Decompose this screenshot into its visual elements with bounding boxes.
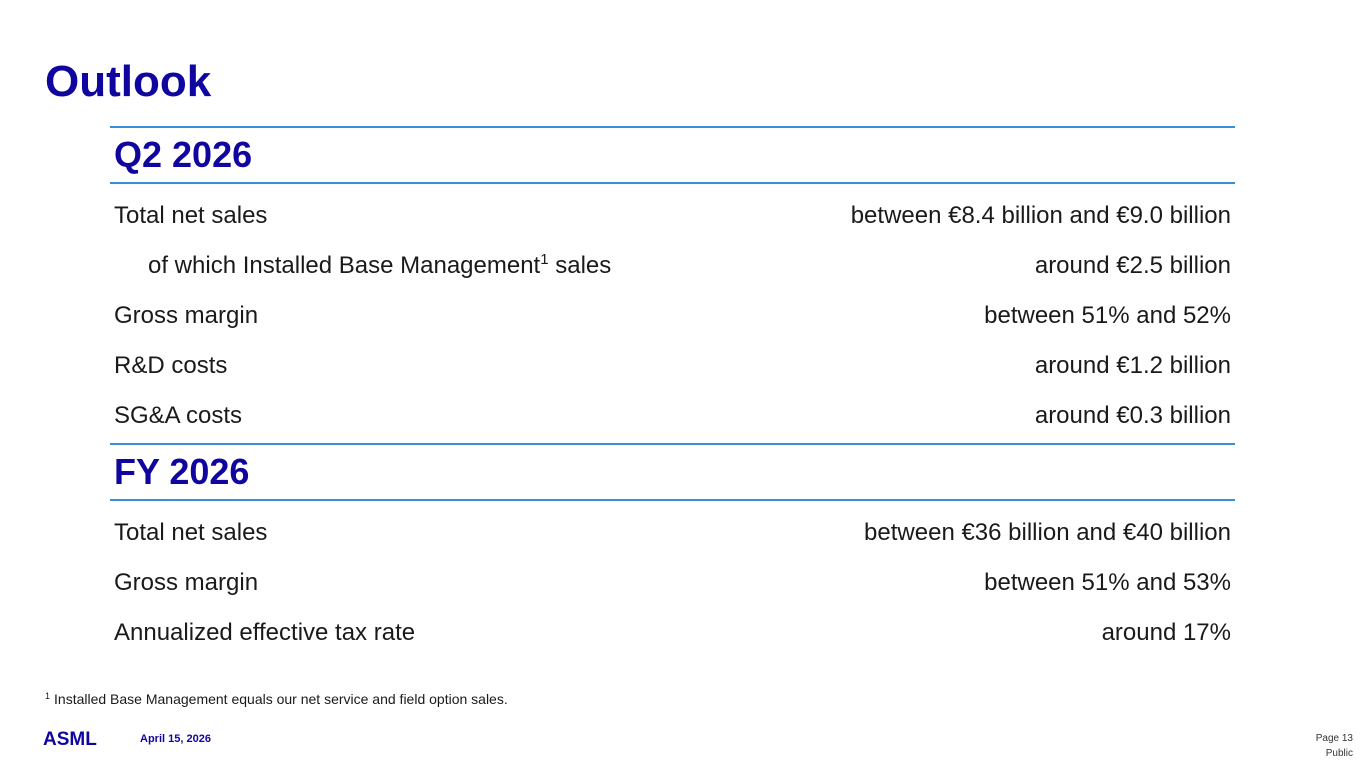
page-number: Page 13 — [1315, 733, 1353, 744]
row-value: between 51% and 52% — [984, 302, 1231, 329]
row-value: around €1.2 billion — [1034, 352, 1231, 379]
row-value: around 17% — [1101, 619, 1231, 646]
row-value: between €8.4 billion and €9.0 billion — [850, 202, 1231, 229]
row-value: around €0.3 billion — [1034, 402, 1231, 429]
row-label: R&D costs — [114, 352, 228, 379]
footnote-marker: 1 — [45, 691, 51, 701]
asml-logo: ASML — [43, 729, 97, 749]
row-label: SG&A costs — [114, 402, 243, 429]
q2-row-installed-base-sales: of which Installed Base Management1 sale… — [110, 241, 1235, 291]
row-label: of which Installed Base Management1 sale… — [114, 252, 611, 280]
row-label: Total net sales — [114, 202, 268, 229]
classification-label: Public — [1325, 748, 1353, 759]
footer-date: April 15, 2026 — [140, 733, 211, 745]
footnote-marker: 1 — [540, 251, 549, 268]
section-header-rule — [110, 499, 1235, 501]
logo-wordmark: ASML — [43, 729, 97, 749]
fy-row-tax-rate: Annualized effective tax rate around 17% — [110, 608, 1235, 658]
row-label: Gross margin — [114, 569, 259, 596]
fy-section-heading: FY 2026 — [114, 451, 250, 492]
q2-row-rd-costs: R&D costs around €1.2 billion — [110, 341, 1235, 391]
row-label: Gross margin — [114, 302, 259, 329]
row-value: around €2.5 billion — [1034, 252, 1231, 279]
q2-outlook-section: Q2 2026 Total net sales between €8.4 bil… — [110, 126, 1235, 441]
footnote-text: Installed Base Management equals our net… — [54, 691, 508, 707]
q2-row-total-net-sales: Total net sales between €8.4 billion and… — [110, 191, 1235, 241]
row-value: between 51% and 53% — [984, 569, 1231, 596]
row-label: Annualized effective tax rate — [114, 619, 416, 646]
q2-row-gross-margin: Gross margin between 51% and 52% — [110, 291, 1235, 341]
fy-row-gross-margin: Gross margin between 51% and 53% — [110, 558, 1235, 608]
row-value: between €36 billion and €40 billion — [864, 519, 1231, 546]
slide-title: Outlook — [45, 57, 212, 106]
row-label: Total net sales — [114, 519, 268, 546]
row-label-suffix: sales — [548, 252, 612, 279]
q2-section-heading: Q2 2026 — [114, 134, 253, 175]
fy-row-total-net-sales: Total net sales between €36 billion and … — [110, 508, 1235, 558]
footnote: 1 Installed Base Management equals our ne… — [45, 691, 508, 707]
section-header-rule — [110, 182, 1235, 184]
fy-outlook-section: FY 2026 Total net sales between €36 bill… — [110, 443, 1235, 658]
q2-row-sga-costs: SG&A costs around €0.3 billion — [110, 391, 1235, 441]
row-label-text: of which Installed Base Management — [148, 252, 541, 279]
